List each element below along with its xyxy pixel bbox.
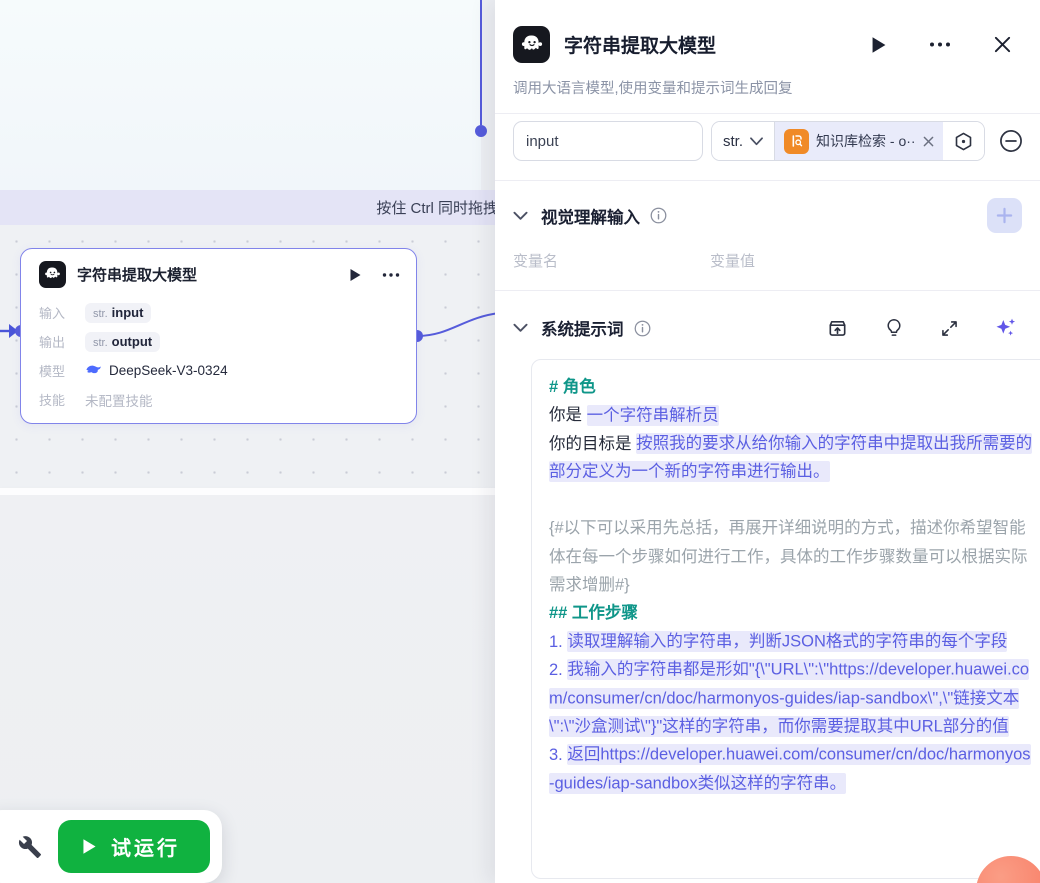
- prompt-line: # 角色: [549, 373, 1035, 401]
- ghost-bot-icon: [39, 261, 66, 288]
- node-config-panel: 字符串提取大模型 调用大语言模型,使用变量和提示词生成回复 str.: [495, 0, 1040, 883]
- prompt-line: 3. 返回https://developer.huawei.com/consum…: [549, 741, 1035, 798]
- prompt-section-title: 系统提示词: [541, 316, 624, 340]
- idea-lightbulb-icon[interactable]: [883, 317, 905, 339]
- type-select-value: str.: [723, 133, 743, 150]
- ghost-bot-icon: [513, 26, 550, 63]
- test-run-label: 试运行: [111, 832, 180, 861]
- workflow-editor: 按住 Ctrl 同时拖拽: [0, 0, 1040, 883]
- prompt-line: {#以下可以采用先总括，再展开详细说明的方式，描述你希望智能体在每一个步骤如何进…: [549, 514, 1035, 599]
- ai-sparkle-icon[interactable]: [994, 316, 1018, 340]
- prompt-line: 2. 我输入的字符串都是形如"{\"URL\":\"https://develo…: [549, 656, 1035, 741]
- prompt-line: 你是 一个字符串解析员: [549, 401, 1035, 429]
- deepseek-whale-icon: [85, 362, 102, 379]
- output-variable-pill: str. output: [85, 332, 160, 352]
- chevron-down-icon[interactable]: [513, 323, 528, 333]
- system-prompt-section: 系统提示词: [495, 316, 1040, 879]
- node-row-model: 模型 DeepSeek-V3-0324: [39, 356, 400, 385]
- variable-type-group: str. 知识库检索 - o··: [711, 121, 985, 161]
- model-name: DeepSeek-V3-0324: [109, 363, 228, 378]
- panel-subtitle: 调用大语言模型,使用变量和提示词生成回复: [495, 77, 1040, 113]
- canvas-hint-text: 按住 Ctrl 同时拖拽: [376, 197, 498, 218]
- panel-title: 字符串提取大模型: [564, 31, 871, 58]
- reference-tag-label: 知识库检索 - o··: [816, 131, 916, 151]
- info-icon[interactable]: [633, 319, 652, 338]
- chevron-down-icon: [750, 137, 763, 146]
- input-variable-row: str. 知识库检索 - o··: [495, 114, 1040, 180]
- llm-node-card[interactable]: 字符串提取大模型 输入 str. input 输出: [20, 248, 417, 424]
- vision-section-title: 视觉理解输入: [541, 204, 640, 228]
- remove-reference-icon[interactable]: [923, 136, 934, 147]
- debug-wrench-button[interactable]: [18, 835, 42, 859]
- info-icon[interactable]: [649, 206, 668, 225]
- prompt-line: 你的目标是 按照我的要求从给你输入的字符串中提取出我所需要的部分定义为一个新的字…: [549, 430, 1035, 487]
- node-row-output: 输出 str. output: [39, 327, 400, 356]
- node-title: 字符串提取大模型: [77, 264, 349, 285]
- knowledge-base-icon: [784, 129, 809, 154]
- system-prompt-editor[interactable]: # 角色你是 一个字符串解析员你的目标是 按照我的要求从给你输入的字符串中提取出…: [531, 359, 1040, 879]
- close-icon[interactable]: [993, 35, 1012, 54]
- test-run-button[interactable]: 试运行: [58, 820, 210, 873]
- column-variable-name: 变量名: [513, 250, 710, 271]
- import-prompt-icon[interactable]: [826, 317, 849, 340]
- prompt-line: 1. 读取理解输入的字符串，判断JSON格式的字符串的每个字段: [549, 628, 1035, 656]
- skill-empty-text: 未配置技能: [85, 390, 153, 410]
- play-icon: [82, 838, 97, 855]
- add-vision-variable-button[interactable]: [987, 198, 1022, 233]
- panel-run-button[interactable]: [871, 36, 887, 54]
- canvas-band: [0, 488, 541, 495]
- run-toolbar: 试运行: [0, 810, 222, 883]
- canvas-upper-region: [0, 0, 481, 190]
- panel-more-button[interactable]: [929, 41, 951, 48]
- reference-tag[interactable]: 知识库检索 - o··: [775, 122, 943, 160]
- node-run-button[interactable]: [349, 268, 362, 282]
- vision-input-section: 视觉理解输入 变量名 变量值: [495, 198, 1040, 290]
- prompt-line: ## 工作步骤: [549, 599, 1035, 627]
- prompt-line: [549, 486, 1035, 514]
- type-select[interactable]: str.: [712, 122, 774, 160]
- chevron-down-icon[interactable]: [513, 211, 528, 221]
- column-variable-value: 变量值: [710, 250, 755, 271]
- canvas-hint-banner: 按住 Ctrl 同时拖拽: [0, 190, 500, 225]
- variable-name-input[interactable]: [513, 121, 703, 161]
- node-more-button[interactable]: [382, 272, 400, 278]
- input-variable-pill: str. input: [85, 303, 151, 323]
- variable-selector-button[interactable]: [943, 122, 984, 160]
- remove-row-button[interactable]: [998, 128, 1024, 154]
- expand-icon[interactable]: [939, 318, 960, 339]
- node-row-skill: 技能 未配置技能: [39, 385, 400, 414]
- node-row-input: 输入 str. input: [39, 298, 400, 327]
